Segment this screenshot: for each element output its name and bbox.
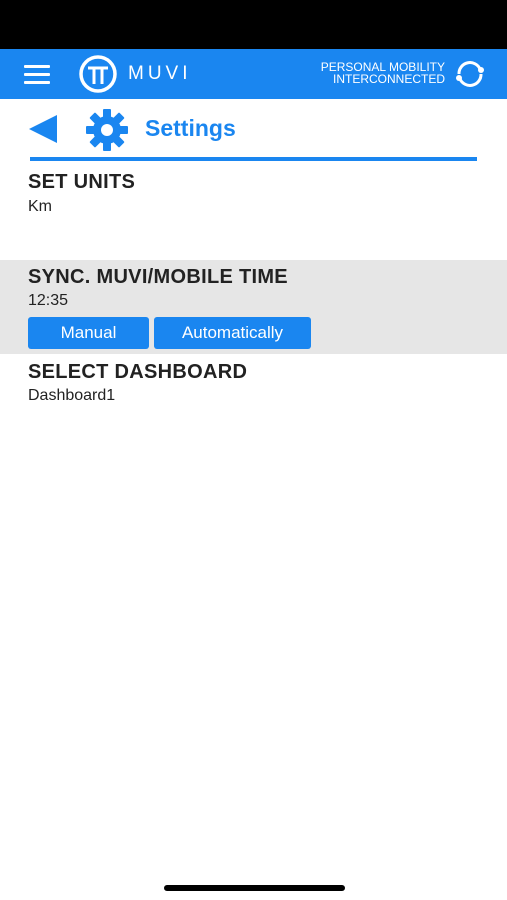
muvi-logo-icon [79,55,117,93]
app-header: MUVI PERSONAL MOBILITY INTERCONNECTED [0,49,507,99]
set-units-label: SET UNITS [28,171,136,193]
sync-time-value: 12:35 [28,292,69,309]
manual-button[interactable]: Manual [28,317,149,349]
status-bar [0,0,507,49]
set-units-section[interactable]: SET UNITS Km [0,166,507,256]
select-dashboard-label: SELECT DASHBOARD [28,361,248,383]
tagline-line2: INTERCONNECTED [332,72,445,86]
automatically-button[interactable]: Automatically [154,317,311,349]
set-units-value: Km [28,198,52,215]
select-dashboard-value: Dashboard1 [28,387,116,404]
page-title: Settings [145,115,236,141]
hamburger-menu-icon[interactable] [22,62,52,86]
page-header: Settings [0,99,507,165]
sync-time-label: SYNC. MUVI/MOBILE TIME [28,266,288,288]
home-indicator[interactable] [164,885,345,891]
app-name: MUVI [128,63,192,84]
back-arrow-icon[interactable] [27,113,61,145]
title-divider [30,157,477,161]
sync-time-section: SYNC. MUVI/MOBILE TIME 12:35 Manual Auto… [0,260,507,354]
app-tagline: PERSONAL MOBILITY INTERCONNECTED [321,61,445,85]
select-dashboard-section[interactable]: SELECT DASHBOARD Dashboard1 [0,356,507,416]
gear-icon [86,109,128,151]
sync-arrows-icon [456,61,484,87]
app-logo: MUVI [78,54,192,94]
